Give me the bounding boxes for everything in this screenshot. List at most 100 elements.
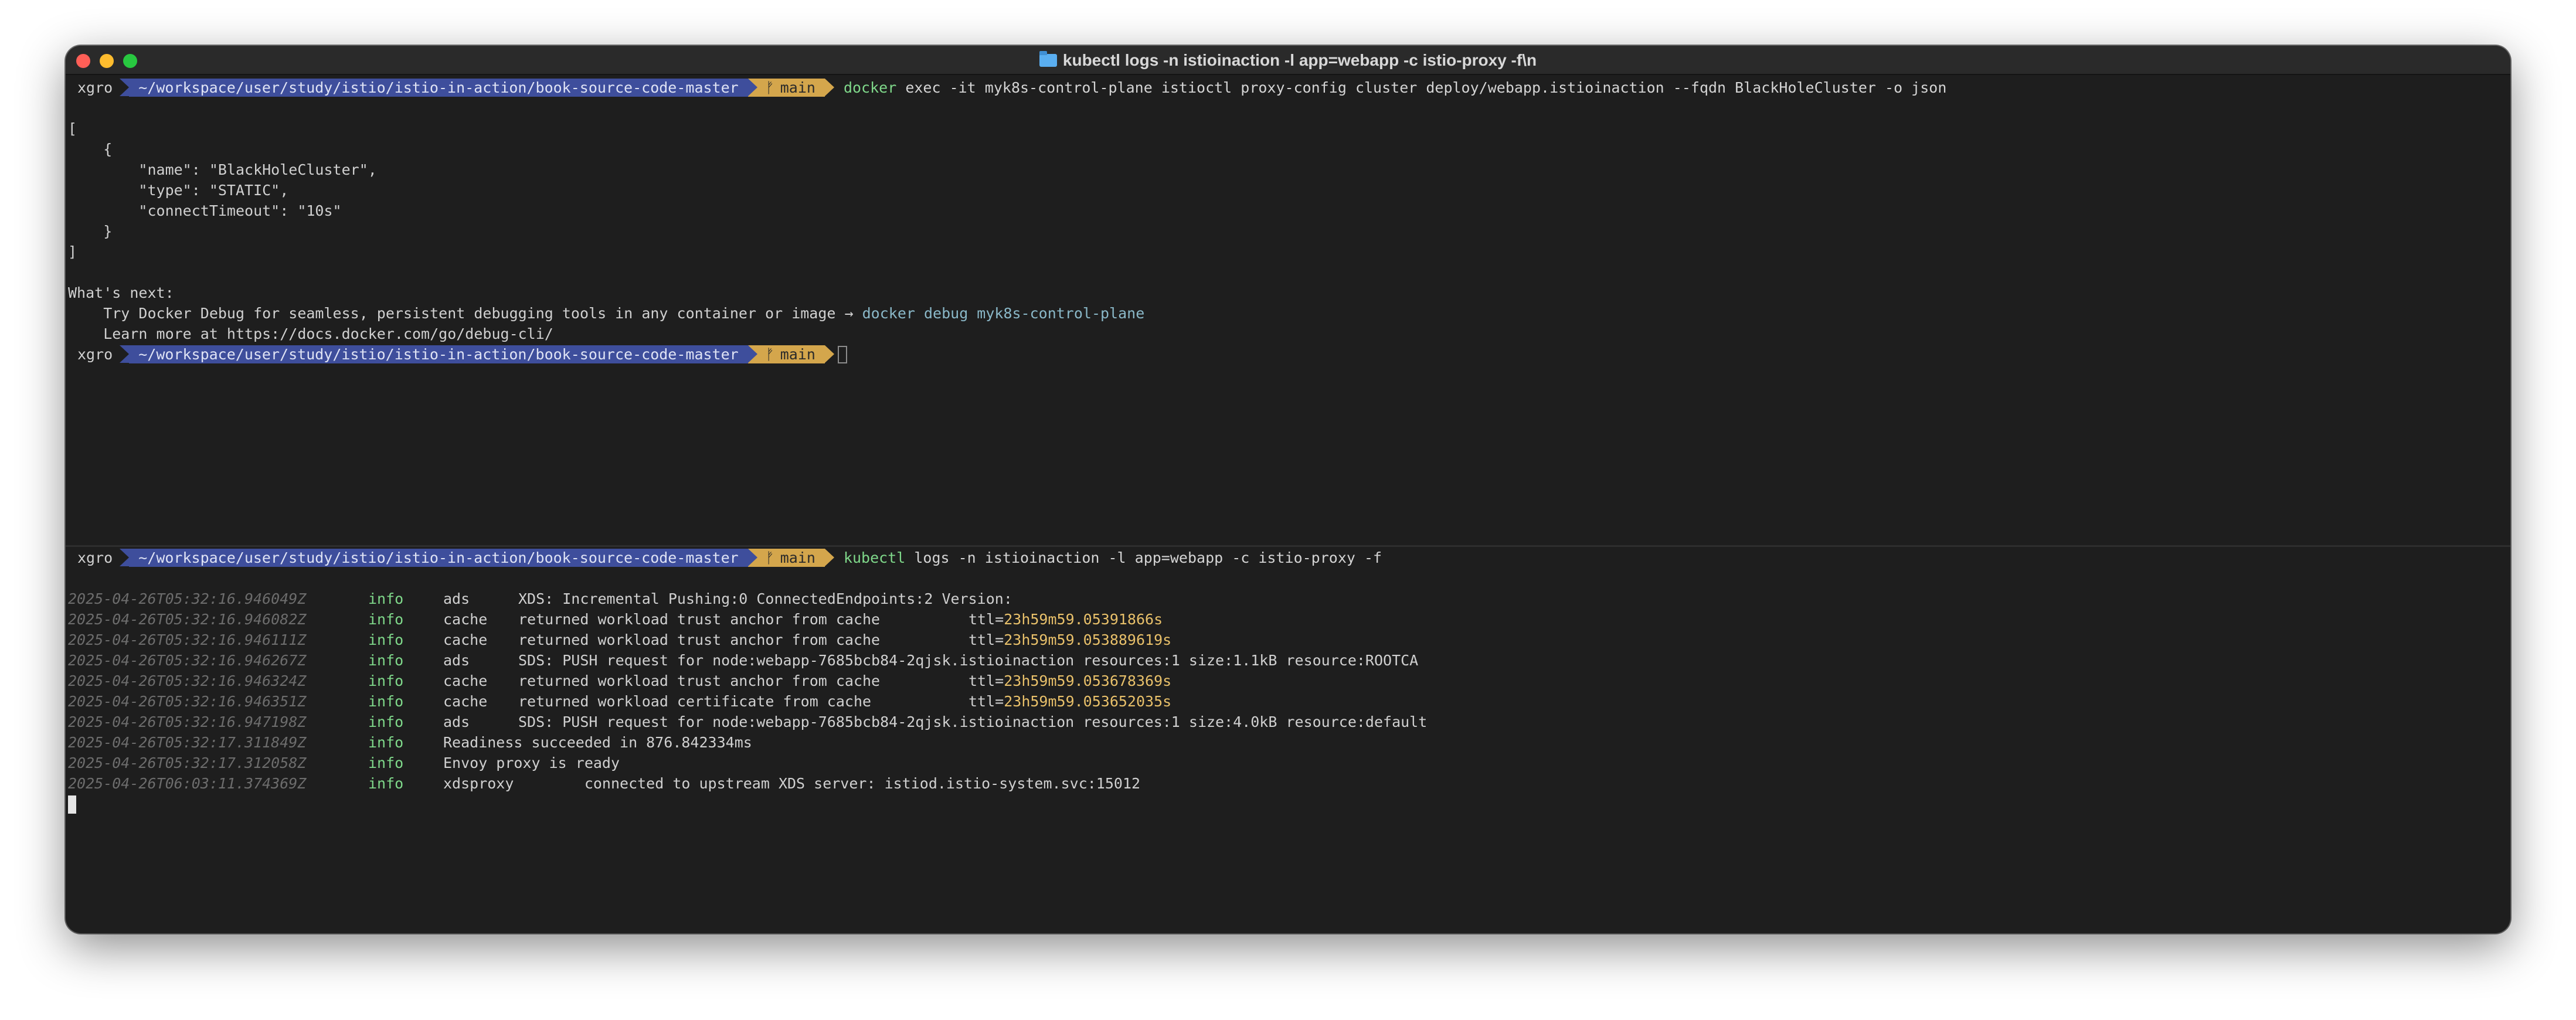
git-branch-icon: ᚠ [765, 346, 774, 363]
prompt-line: xgro ~/workspace/user/study/istio/istio-… [68, 77, 1946, 98]
log-ttl-value: 23h59m59.053678369s [1004, 672, 1172, 689]
prompt-path: ~/workspace/user/study/istio/istio-in-ac… [120, 549, 757, 567]
log-timestamp: 2025-04-26T05:32:16.946082Z [68, 611, 307, 628]
log-line: 2025-04-26T05:32:17.312058Z info Envoy p… [68, 753, 2510, 773]
log-message: returned workload certificate from cache [518, 693, 872, 710]
prompt-path: ~/workspace/user/study/istio/istio-in-ac… [120, 345, 757, 363]
output-line: { [68, 141, 113, 158]
log-timestamp: 2025-04-26T06:03:11.374369Z [68, 775, 307, 792]
window-title: kubectl logs -n istioinaction -l app=web… [66, 46, 2510, 75]
prompt-user: xgro [77, 346, 113, 363]
prompt-branch-name: main [780, 79, 815, 96]
log-line: 2025-04-26T05:32:17.311849Z info Readine… [68, 732, 2510, 753]
log-level: info [368, 631, 404, 648]
log-message: returned workload trust anchor from cach… [518, 611, 881, 628]
output-line: "connectTimeout": "10s" [68, 202, 342, 219]
window-title-text: kubectl logs -n istioinaction -l app=web… [1062, 51, 1537, 69]
top-terminal-pane[interactable]: xgro ~/workspace/user/study/istio/istio-… [66, 75, 2510, 545]
log-scope: ads [443, 652, 470, 669]
log-message: XDS: Incremental Pushing:0 ConnectedEndp… [518, 590, 1012, 607]
log-ttl-value: 23h59m59.05391866s [1004, 611, 1163, 628]
log-message: SDS: PUSH request for node:webapp-7685bc… [518, 713, 1428, 730]
output-line: "type": "STATIC", [68, 182, 289, 199]
log-line: 2025-04-26T05:32:16.946267Z info ads SDS… [68, 650, 2510, 671]
log-line: 2025-04-26T05:32:16.947198Z info ads SDS… [68, 712, 2510, 732]
terminal-cursor [68, 795, 76, 814]
log-line: 2025-04-26T05:32:16.946111Z info cache r… [68, 630, 2510, 650]
command-line: kubectl logs -n istioinaction -l app=web… [844, 548, 1382, 568]
title-bar: kubectl logs -n istioinaction -l app=web… [66, 46, 2510, 75]
output-line: ] [68, 243, 77, 260]
log-level: info [368, 611, 404, 628]
log-ttl: ttl=23h59m59.053889619s [968, 631, 1172, 648]
log-message: returned workload trust anchor from cach… [518, 672, 881, 689]
prompt-user: xgro [77, 549, 113, 566]
log-level: info [368, 652, 404, 669]
log-line: 2025-04-26T05:32:16.946049Z info ads XDS… [68, 589, 2510, 609]
log-ttl: ttl=23h59m59.053652035s [968, 693, 1172, 710]
prompt-branch: ᚠ main [747, 345, 835, 363]
log-timestamp: 2025-04-26T05:32:17.311849Z [68, 734, 307, 751]
log-level: info [368, 775, 404, 792]
log-scope: ads [443, 713, 470, 730]
log-message: xdsproxy connected to upstream XDS serve… [443, 775, 1141, 792]
terminal-window: kubectl logs -n istioinaction -l app=web… [66, 46, 2510, 933]
log-message: returned workload trust anchor from cach… [518, 631, 881, 648]
log-scope: cache [443, 611, 488, 628]
command-name: kubectl [843, 549, 906, 566]
log-message: SDS: PUSH request for node:webapp-7685bc… [518, 652, 1419, 669]
prompt-path: ~/workspace/user/study/istio/istio-in-ac… [120, 79, 757, 97]
log-timestamp: 2025-04-26T05:32:16.946324Z [68, 672, 307, 689]
prompt-branch-name: main [780, 549, 815, 566]
log-ttl: ttl=23h59m59.053678369s [968, 672, 1172, 689]
log-message: Envoy proxy is ready [443, 754, 620, 771]
log-line: 2025-04-26T06:03:11.374369Z info xdsprox… [68, 773, 2510, 794]
log-timestamp: 2025-04-26T05:32:16.947198Z [68, 713, 307, 730]
whats-next-heading: What's next: [68, 284, 174, 301]
log-message: Readiness succeeded in 876.842334ms [443, 734, 752, 751]
output-line: [ [68, 120, 77, 137]
log-level: info [368, 713, 404, 730]
log-timestamp: 2025-04-26T05:32:16.946111Z [68, 631, 307, 648]
output-line: } [68, 223, 113, 240]
log-scope: cache [443, 672, 488, 689]
learn-more-line: Learn more at https://docs.docker.com/go… [68, 325, 553, 342]
log-timestamp: 2025-04-26T05:32:16.946351Z [68, 693, 307, 710]
prompt-line: xgro ~/workspace/user/study/istio/istio-… [68, 344, 847, 365]
log-scope: cache [443, 693, 488, 710]
log-ttl-value: 23h59m59.053889619s [1004, 631, 1172, 648]
prompt-user: xgro [77, 79, 113, 96]
terminal-cursor [837, 345, 847, 363]
prompt-branch: ᚠ main [747, 549, 835, 567]
log-timestamp: 2025-04-26T05:32:16.946049Z [68, 590, 307, 607]
command-name: docker [843, 79, 897, 96]
prompt-branch: ᚠ main [747, 79, 835, 97]
hint-text: Try Docker Debug for seamless, persisten… [68, 305, 862, 322]
log-level: info [368, 754, 404, 771]
log-level: info [368, 734, 404, 751]
prompt-line: xgro ~/workspace/user/study/istio/istio-… [68, 548, 1382, 568]
output-line: "name": "BlackHoleCluster", [68, 161, 377, 178]
log-level: info [368, 693, 404, 710]
folder-icon [1039, 51, 1057, 67]
log-ttl-value: 23h59m59.053652035s [1004, 693, 1172, 710]
log-timestamp: 2025-04-26T05:32:17.312058Z [68, 754, 307, 771]
log-scope: ads [443, 590, 470, 607]
log-line: 2025-04-26T05:32:16.946324Z info cache r… [68, 671, 2510, 691]
log-level: info [368, 590, 404, 607]
pane-divider[interactable] [66, 545, 2510, 547]
docker-debug-hint: Try Docker Debug for seamless, persisten… [68, 303, 1144, 324]
command-args: exec -it myk8s-control-plane istioctl pr… [905, 79, 1947, 96]
log-timestamp: 2025-04-26T05:32:16.946267Z [68, 652, 307, 669]
git-branch-icon: ᚠ [765, 79, 774, 96]
command-line: docker exec -it myk8s-control-plane isti… [844, 77, 1946, 98]
log-ttl: ttl=23h59m59.05391866s [968, 611, 1163, 628]
git-branch-icon: ᚠ [765, 549, 774, 566]
log-scope: cache [443, 631, 488, 648]
log-level: info [368, 672, 404, 689]
log-line: 2025-04-26T05:32:16.946351Z info cache r… [68, 691, 2510, 712]
command-args: logs -n istioinaction -l app=webapp -c i… [914, 549, 1382, 566]
hint-command: docker debug myk8s-control-plane [862, 305, 1145, 322]
bottom-terminal-pane[interactable]: xgro ~/workspace/user/study/istio/istio-… [66, 548, 2510, 933]
prompt-branch-name: main [780, 346, 815, 363]
